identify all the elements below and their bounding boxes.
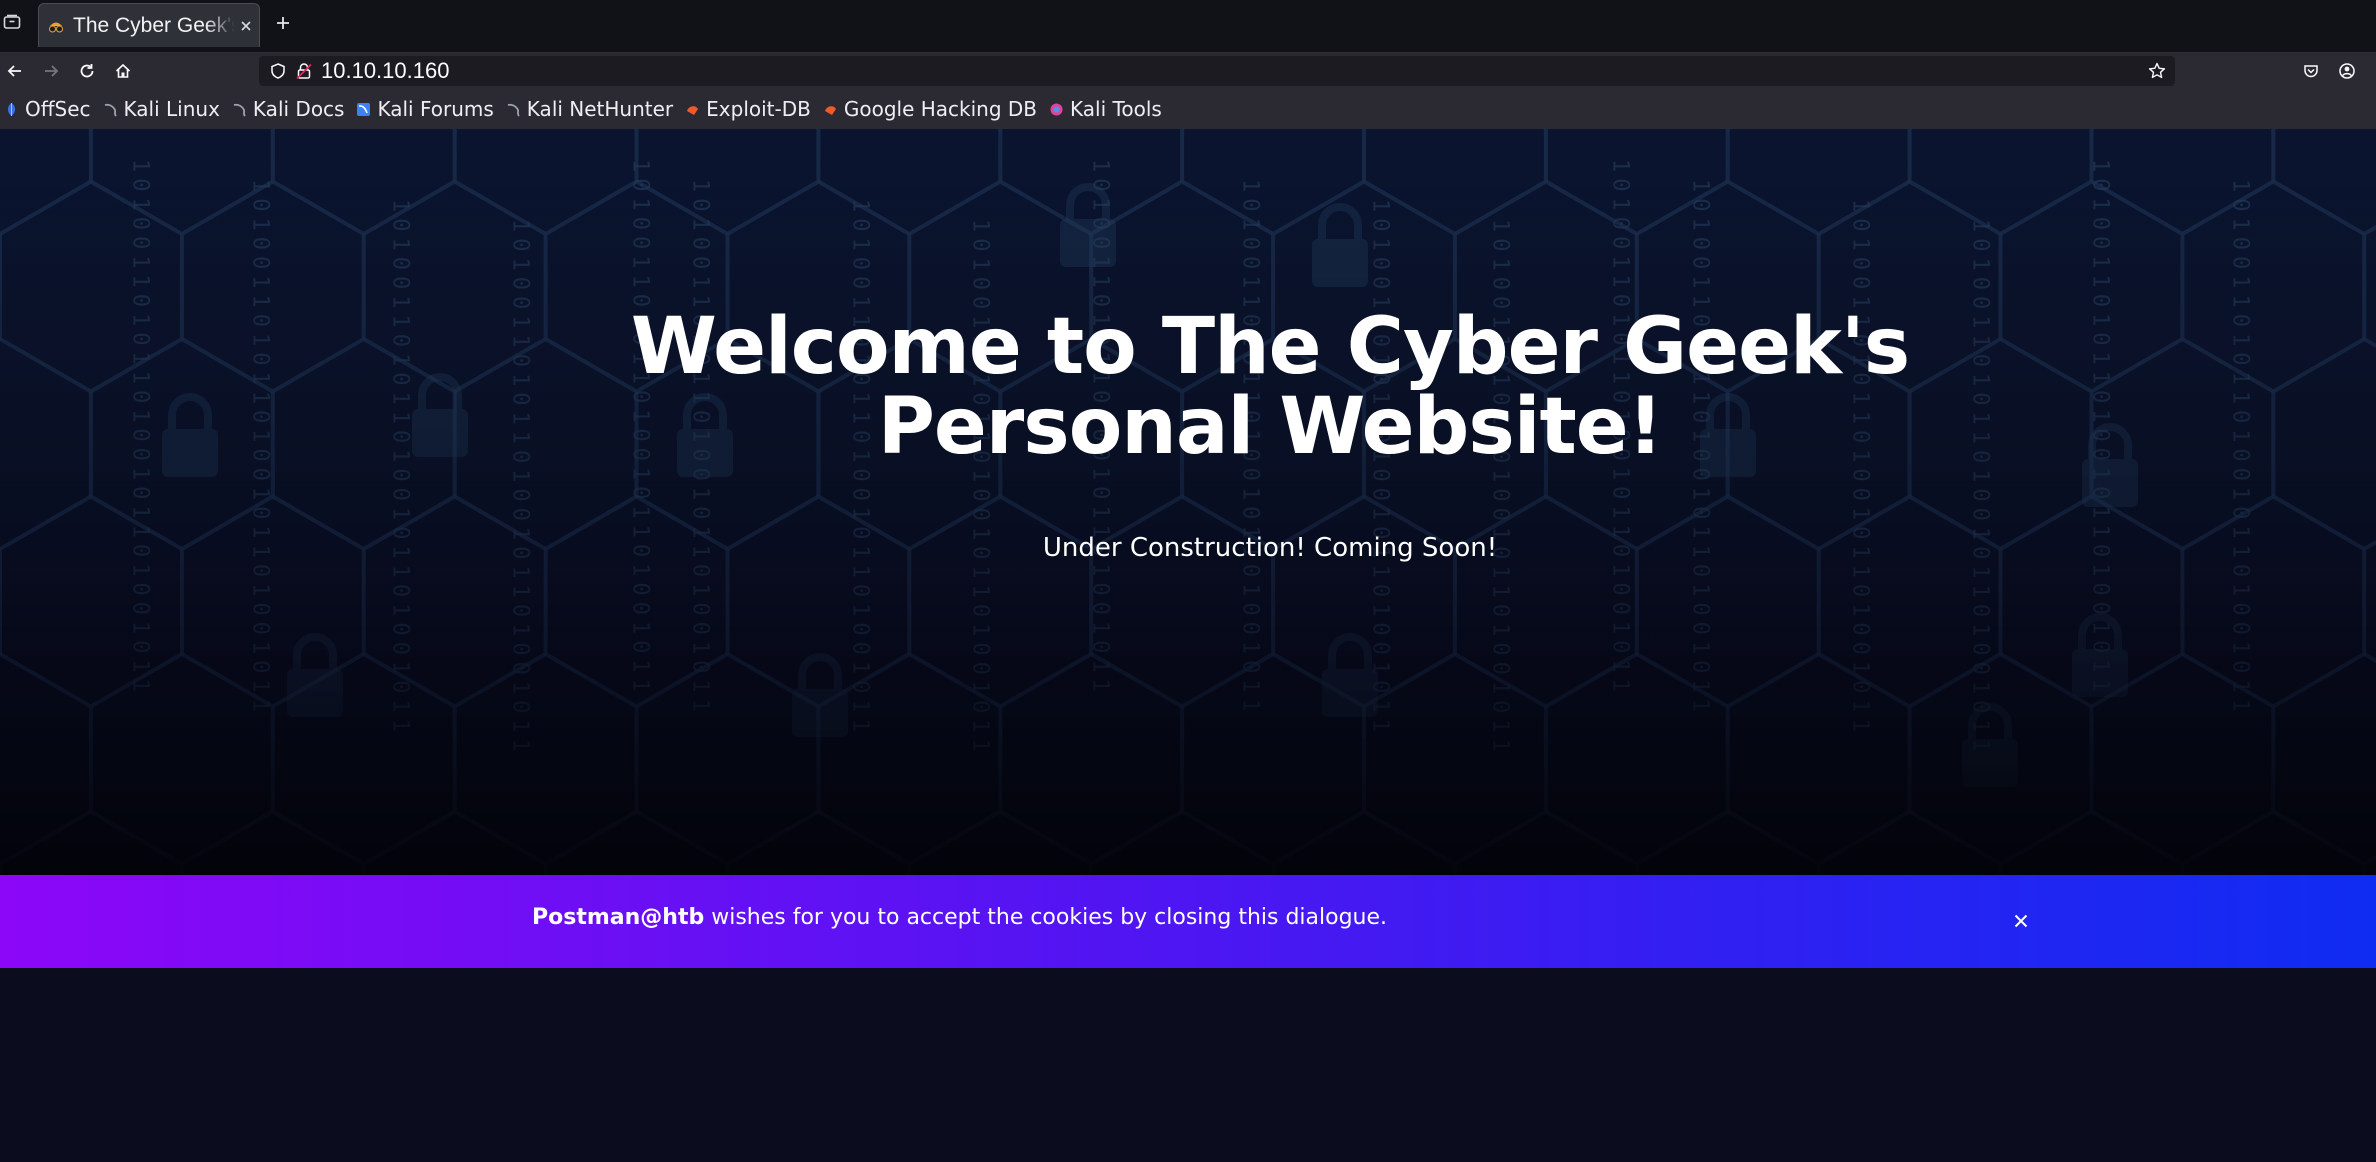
kali-dragon-icon <box>232 102 247 117</box>
page-subtitle: Under Construction! Coming Soon! <box>1042 533 1498 563</box>
bookmark-kali-nethunter[interactable]: Kali NetHunter <box>506 93 673 125</box>
bookmark-label: Kali Docs <box>252 97 345 121</box>
cookie-close-button[interactable] <box>2008 908 2034 934</box>
cookie-message-text: wishes for you to accept the cookies by … <box>704 905 1388 930</box>
bookmark-kali-linux[interactable]: Kali Linux <box>103 93 220 125</box>
forward-button[interactable] <box>38 58 64 84</box>
ghdb-icon <box>823 102 838 117</box>
kali-forums-icon <box>356 102 371 117</box>
bookmark-kali-docs[interactable]: Kali Docs <box>232 93 345 125</box>
kali-tools-icon <box>1049 102 1064 117</box>
bookmark-offsec[interactable]: OffSec <box>4 93 91 125</box>
bookmark-label: Google Hacking DB <box>843 97 1038 121</box>
cookie-message: Postman@htb wishes for you to accept the… <box>532 905 1387 930</box>
nav-bar: 10.10.10.160 <box>0 53 2376 89</box>
arrow-right-icon <box>45 65 59 77</box>
bookmark-google-hacking-db[interactable]: Google Hacking DB <box>823 93 1037 125</box>
close-icon <box>2014 914 2028 928</box>
exploit-db-icon <box>685 102 700 117</box>
hero-section: 1010011010110100101101001011101001101011… <box>0 129 2376 875</box>
bookmark-label: Kali Linux <box>123 97 220 121</box>
cookie-banner: Postman@htb wishes for you to accept the… <box>0 875 2376 968</box>
account-button[interactable] <box>2334 58 2360 84</box>
page-footer-area <box>0 968 2376 1162</box>
tab-overview-icon[interactable] <box>0 8 24 36</box>
home-icon <box>115 63 131 78</box>
kali-dragon-icon <box>103 102 118 117</box>
home-button[interactable] <box>110 58 136 84</box>
cyber-background: 1010011010110100101101001011101001101011… <box>0 129 2376 875</box>
bookmark-exploit-db[interactable]: Exploit-DB <box>685 93 811 125</box>
pocket-button[interactable] <box>2298 58 2324 84</box>
insecure-lock-icon[interactable] <box>295 62 313 80</box>
kali-dragon-icon <box>506 102 521 117</box>
back-button[interactable] <box>2 58 28 84</box>
url-text[interactable]: 10.10.10.160 <box>321 58 449 84</box>
close-icon[interactable] <box>237 17 255 35</box>
tab-title: The Cyber Geek's Personal Website <box>73 13 235 37</box>
tab-strip: The Cyber Geek's Personal Website <box>0 0 2376 53</box>
shield-icon[interactable] <box>269 62 287 80</box>
page-title: Welcome to The Cyber Geek's Personal Web… <box>630 302 1910 472</box>
arrow-left-icon <box>7 65 21 77</box>
plus-icon <box>277 17 289 29</box>
reload-button[interactable] <box>74 58 100 84</box>
bookmark-kali-forums[interactable]: Kali Forums <box>356 93 494 125</box>
address-bar[interactable]: 10.10.10.160 <box>259 56 2175 86</box>
bookmarks-toolbar: OffSec Kali Linux Kali Docs Kali Forums … <box>0 89 2376 129</box>
bookmark-label: Exploit-DB <box>706 97 811 121</box>
pocket-icon <box>2304 65 2318 78</box>
cookie-user: Postman@htb <box>532 905 705 930</box>
bookmark-label: Kali Tools <box>1070 97 1162 121</box>
bookmark-label: Kali Forums <box>377 97 494 121</box>
browser-window: The Cyber Geek's Personal Website <box>0 0 2376 1162</box>
account-icon <box>2339 63 2355 79</box>
star-icon[interactable] <box>2147 61 2167 81</box>
page-viewport: 1010011010110100101101001011101001101011… <box>0 129 2376 1162</box>
bookmark-label: Kali NetHunter <box>526 97 674 121</box>
hacker-glasses-icon <box>47 19 65 33</box>
tab-active[interactable]: The Cyber Geek's Personal Website <box>38 3 260 47</box>
bookmark-label: OffSec <box>25 97 91 121</box>
bookmark-kali-tools[interactable]: Kali Tools <box>1049 93 1162 125</box>
reload-icon <box>80 64 94 78</box>
new-tab-button[interactable] <box>268 8 298 38</box>
offsec-icon <box>4 102 19 117</box>
